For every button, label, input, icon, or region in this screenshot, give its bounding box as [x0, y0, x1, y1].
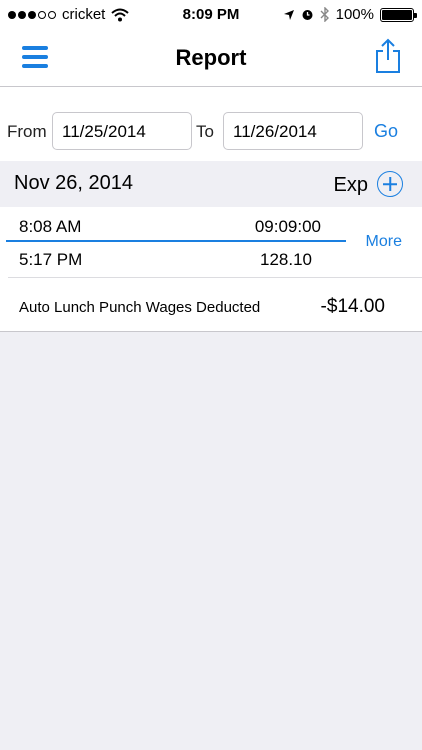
day-date: Nov 26, 2014: [14, 172, 133, 194]
day-header: Nov 26, 2014 Exp: [0, 161, 422, 207]
deduction-amount: -$14.00: [320, 296, 385, 317]
go-button[interactable]: Go: [374, 121, 398, 142]
day-amount: 128.10: [260, 250, 312, 269]
date-range-bar: From 11/25/2014 To 11/26/2014 Go: [0, 87, 422, 161]
status-bar: cricket 8:09 PM 100%: [0, 0, 422, 30]
location-icon: [283, 9, 294, 20]
add-expense-button[interactable]: [377, 171, 403, 197]
deduction-label: Auto Lunch Punch Wages Deducted: [19, 299, 261, 316]
battery-percent: 100%: [335, 6, 374, 23]
from-date-field[interactable]: 11/25/2014: [52, 112, 192, 150]
from-label: From: [7, 122, 47, 141]
day-entries: 8:08 AM 09:09:00 More 5:17 PM 128.10 Aut…: [0, 207, 422, 332]
entry-divider: [6, 240, 346, 242]
clock-in-time: 8:08 AM: [19, 217, 82, 236]
page-title: Report: [175, 45, 247, 70]
share-icon: [376, 38, 400, 73]
alarm-icon: [302, 10, 313, 20]
to-date-field[interactable]: 11/26/2014: [223, 112, 363, 150]
more-button[interactable]: More: [366, 233, 402, 251]
exp-label: Exp: [333, 174, 368, 196]
clock-out-time: 5:17 PM: [19, 250, 83, 269]
navigation-bar: Report: [0, 30, 422, 87]
row-divider: [8, 277, 422, 278]
share-button[interactable]: [374, 38, 402, 74]
worked-duration: 09:09:00: [254, 217, 321, 236]
bluetooth-icon: [320, 7, 329, 22]
battery-icon: [380, 7, 417, 22]
to-label: To: [196, 122, 214, 141]
status-icons: 100%: [283, 6, 417, 23]
